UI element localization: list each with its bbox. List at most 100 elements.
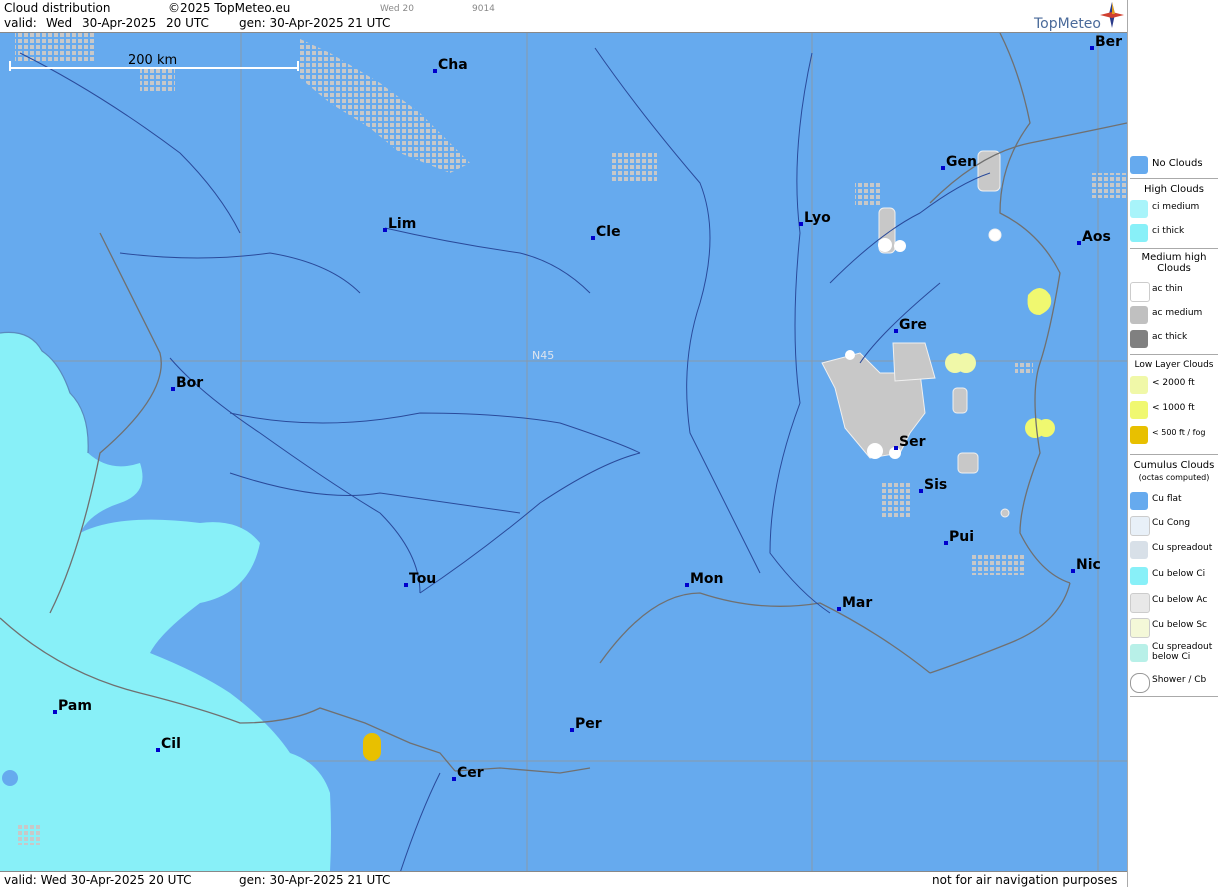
cu-below-ac-label: Cu below Ac xyxy=(1152,595,1208,605)
legend-no-clouds: No Clouds xyxy=(1128,154,1219,176)
city-dot-mar xyxy=(837,607,841,611)
city-dot-gen xyxy=(941,166,945,170)
ac-thin-label: ac thin xyxy=(1152,284,1183,294)
city-label-pam: Pam xyxy=(58,698,92,714)
city-dot-ser xyxy=(894,446,898,450)
city-dot-mon xyxy=(685,583,689,587)
legend-cu-cong: Cu Cong xyxy=(1128,514,1219,536)
legend-lt2000: < 2000 ft xyxy=(1128,374,1219,396)
shower-label: Shower / Cb xyxy=(1152,675,1207,685)
no-clouds-label: No Clouds xyxy=(1152,158,1203,169)
city-dot-pam xyxy=(53,710,57,714)
map-canvas: N45 200 km BerChaGenLim CleLyoAosGreBorS… xyxy=(0,33,1127,871)
lt2000-swatch xyxy=(1130,376,1148,394)
city-label-tou: Tou xyxy=(409,571,436,587)
ac-thick-swatch xyxy=(1130,330,1148,348)
cu-spread-label: Cu spreadout xyxy=(1152,543,1213,553)
city-label-ser: Ser xyxy=(899,434,926,450)
legend-separator xyxy=(1130,454,1218,455)
high-clouds-heading: High Clouds xyxy=(1144,184,1204,195)
valid-day: Wed xyxy=(46,16,73,30)
legend-separator xyxy=(1130,248,1218,249)
city-label-cer: Cer xyxy=(457,765,484,781)
map-footer: valid: Wed 30-Apr-2025 20 UTC gen: 30-Ap… xyxy=(0,871,1127,888)
octas-note: (octas computed) xyxy=(1138,473,1210,482)
legend-lt1000: < 1000 ft xyxy=(1128,399,1219,421)
footer-disclaimer: not for air navigation purposes xyxy=(932,873,1118,887)
cu-spread-below-ci-label: Cu spreadout below Ci xyxy=(1152,642,1213,662)
city-label-pui: Pui xyxy=(949,529,974,545)
cu-below-sc-label: Cu below Sc xyxy=(1152,620,1207,630)
copyright: ©2025 TopMeteo.eu xyxy=(168,1,291,15)
small-code-1: Wed 20 xyxy=(380,4,414,14)
ac-thick-label: ac thick xyxy=(1152,332,1188,342)
city-label-lim: Lim xyxy=(388,216,416,232)
ac-medium-swatch xyxy=(1130,306,1148,324)
footer-generated: gen: 30-Apr-2025 21 UTC xyxy=(239,873,391,887)
legend-cu-flat: Cu flat xyxy=(1128,490,1219,512)
legend-panel: No Clouds High Clouds ci medium ci thick… xyxy=(1127,0,1219,887)
city-label-mon: Mon xyxy=(690,571,724,587)
city-label-cha: Cha xyxy=(438,57,468,73)
shower-swatch xyxy=(1130,673,1150,693)
cu-below-ac-swatch xyxy=(1130,593,1150,613)
city-dot-tou xyxy=(404,583,408,587)
compass-logo-icon xyxy=(1100,2,1124,28)
legend-cu-below-ci: Cu below Ci xyxy=(1128,565,1219,587)
brand-logo: TopMeteo xyxy=(1034,16,1101,32)
city-dot-ber xyxy=(1090,46,1094,50)
city-dot-sis xyxy=(919,489,923,493)
city-label-bor: Bor xyxy=(176,375,203,391)
product-title: Cloud distribution xyxy=(4,1,111,15)
ci-medium-swatch xyxy=(1130,200,1148,218)
valid-time: 20 UTC xyxy=(166,16,209,30)
legend-ci-medium: ci medium xyxy=(1128,198,1219,220)
legend-cu-below-sc: Cu below Sc xyxy=(1128,616,1219,638)
ci-medium-label: ci medium xyxy=(1152,202,1200,212)
city-dot-gre xyxy=(894,329,898,333)
city-dot-aos xyxy=(1077,241,1081,245)
valid-date: 30-Apr-2025 xyxy=(82,16,157,30)
cloud-map[interactable]: N45 200 km Ber Cha Gen Lim Cle Lyo Aos G… xyxy=(0,33,1127,871)
lt2000-label: < 2000 ft xyxy=(1152,378,1195,388)
city-label-nic: Nic xyxy=(1076,557,1101,573)
city-label-mar: Mar xyxy=(842,595,872,611)
city-label-lyo: Lyo xyxy=(804,210,831,226)
footer-valid: valid: Wed 30-Apr-2025 20 UTC xyxy=(4,873,192,887)
cu-flat-swatch xyxy=(1130,492,1148,510)
legend-ci-thick: ci thick xyxy=(1128,222,1219,244)
lt1000-label: < 1000 ft xyxy=(1152,403,1195,413)
legend-cu-below-ac: Cu below Ac xyxy=(1128,591,1219,613)
low-layer-heading: Low Layer Clouds xyxy=(1134,360,1214,370)
cu-below-ci-label: Cu below Ci xyxy=(1152,569,1206,579)
city-label-aos: Aos xyxy=(1082,229,1111,245)
city-label-sis: Sis xyxy=(924,477,947,493)
city-dot-cer xyxy=(452,777,456,781)
city-label-per: Per xyxy=(575,716,602,732)
latitude-label: N45 xyxy=(532,349,554,362)
generated-time: gen: 30-Apr-2025 21 UTC xyxy=(239,16,391,30)
map-header: Cloud distribution ©2025 TopMeteo.eu Wed… xyxy=(0,0,1127,33)
legend-shower: Shower / Cb xyxy=(1128,671,1219,693)
small-code-2: 9014 xyxy=(472,4,495,14)
cu-below-sc-swatch xyxy=(1130,618,1150,638)
valid-label: valid: xyxy=(4,16,37,30)
legend-ac-medium: ac medium xyxy=(1128,304,1219,326)
cu-below-ci-swatch xyxy=(1130,567,1148,585)
cumulus-heading: Cumulus Clouds xyxy=(1133,460,1215,471)
ac-thin-swatch xyxy=(1130,282,1150,302)
city-label-cil: Cil xyxy=(161,736,181,752)
city-label-cle: Cle xyxy=(596,224,621,240)
cu-flat-label: Cu flat xyxy=(1152,494,1182,504)
lt500-swatch xyxy=(1130,426,1148,444)
ci-thick-label: ci thick xyxy=(1152,226,1185,236)
legend-separator xyxy=(1130,178,1218,179)
legend-ac-thick: ac thick xyxy=(1128,328,1219,350)
city-dot-per xyxy=(570,728,574,732)
city-dot-pui xyxy=(944,541,948,545)
cu-spread-swatch xyxy=(1130,541,1148,559)
cu-spread-below-ci-swatch xyxy=(1130,644,1148,662)
city-dot-cle xyxy=(591,236,595,240)
cu-cong-label: Cu Cong xyxy=(1152,518,1191,528)
medium-high-heading: Medium high Clouds xyxy=(1141,252,1207,274)
